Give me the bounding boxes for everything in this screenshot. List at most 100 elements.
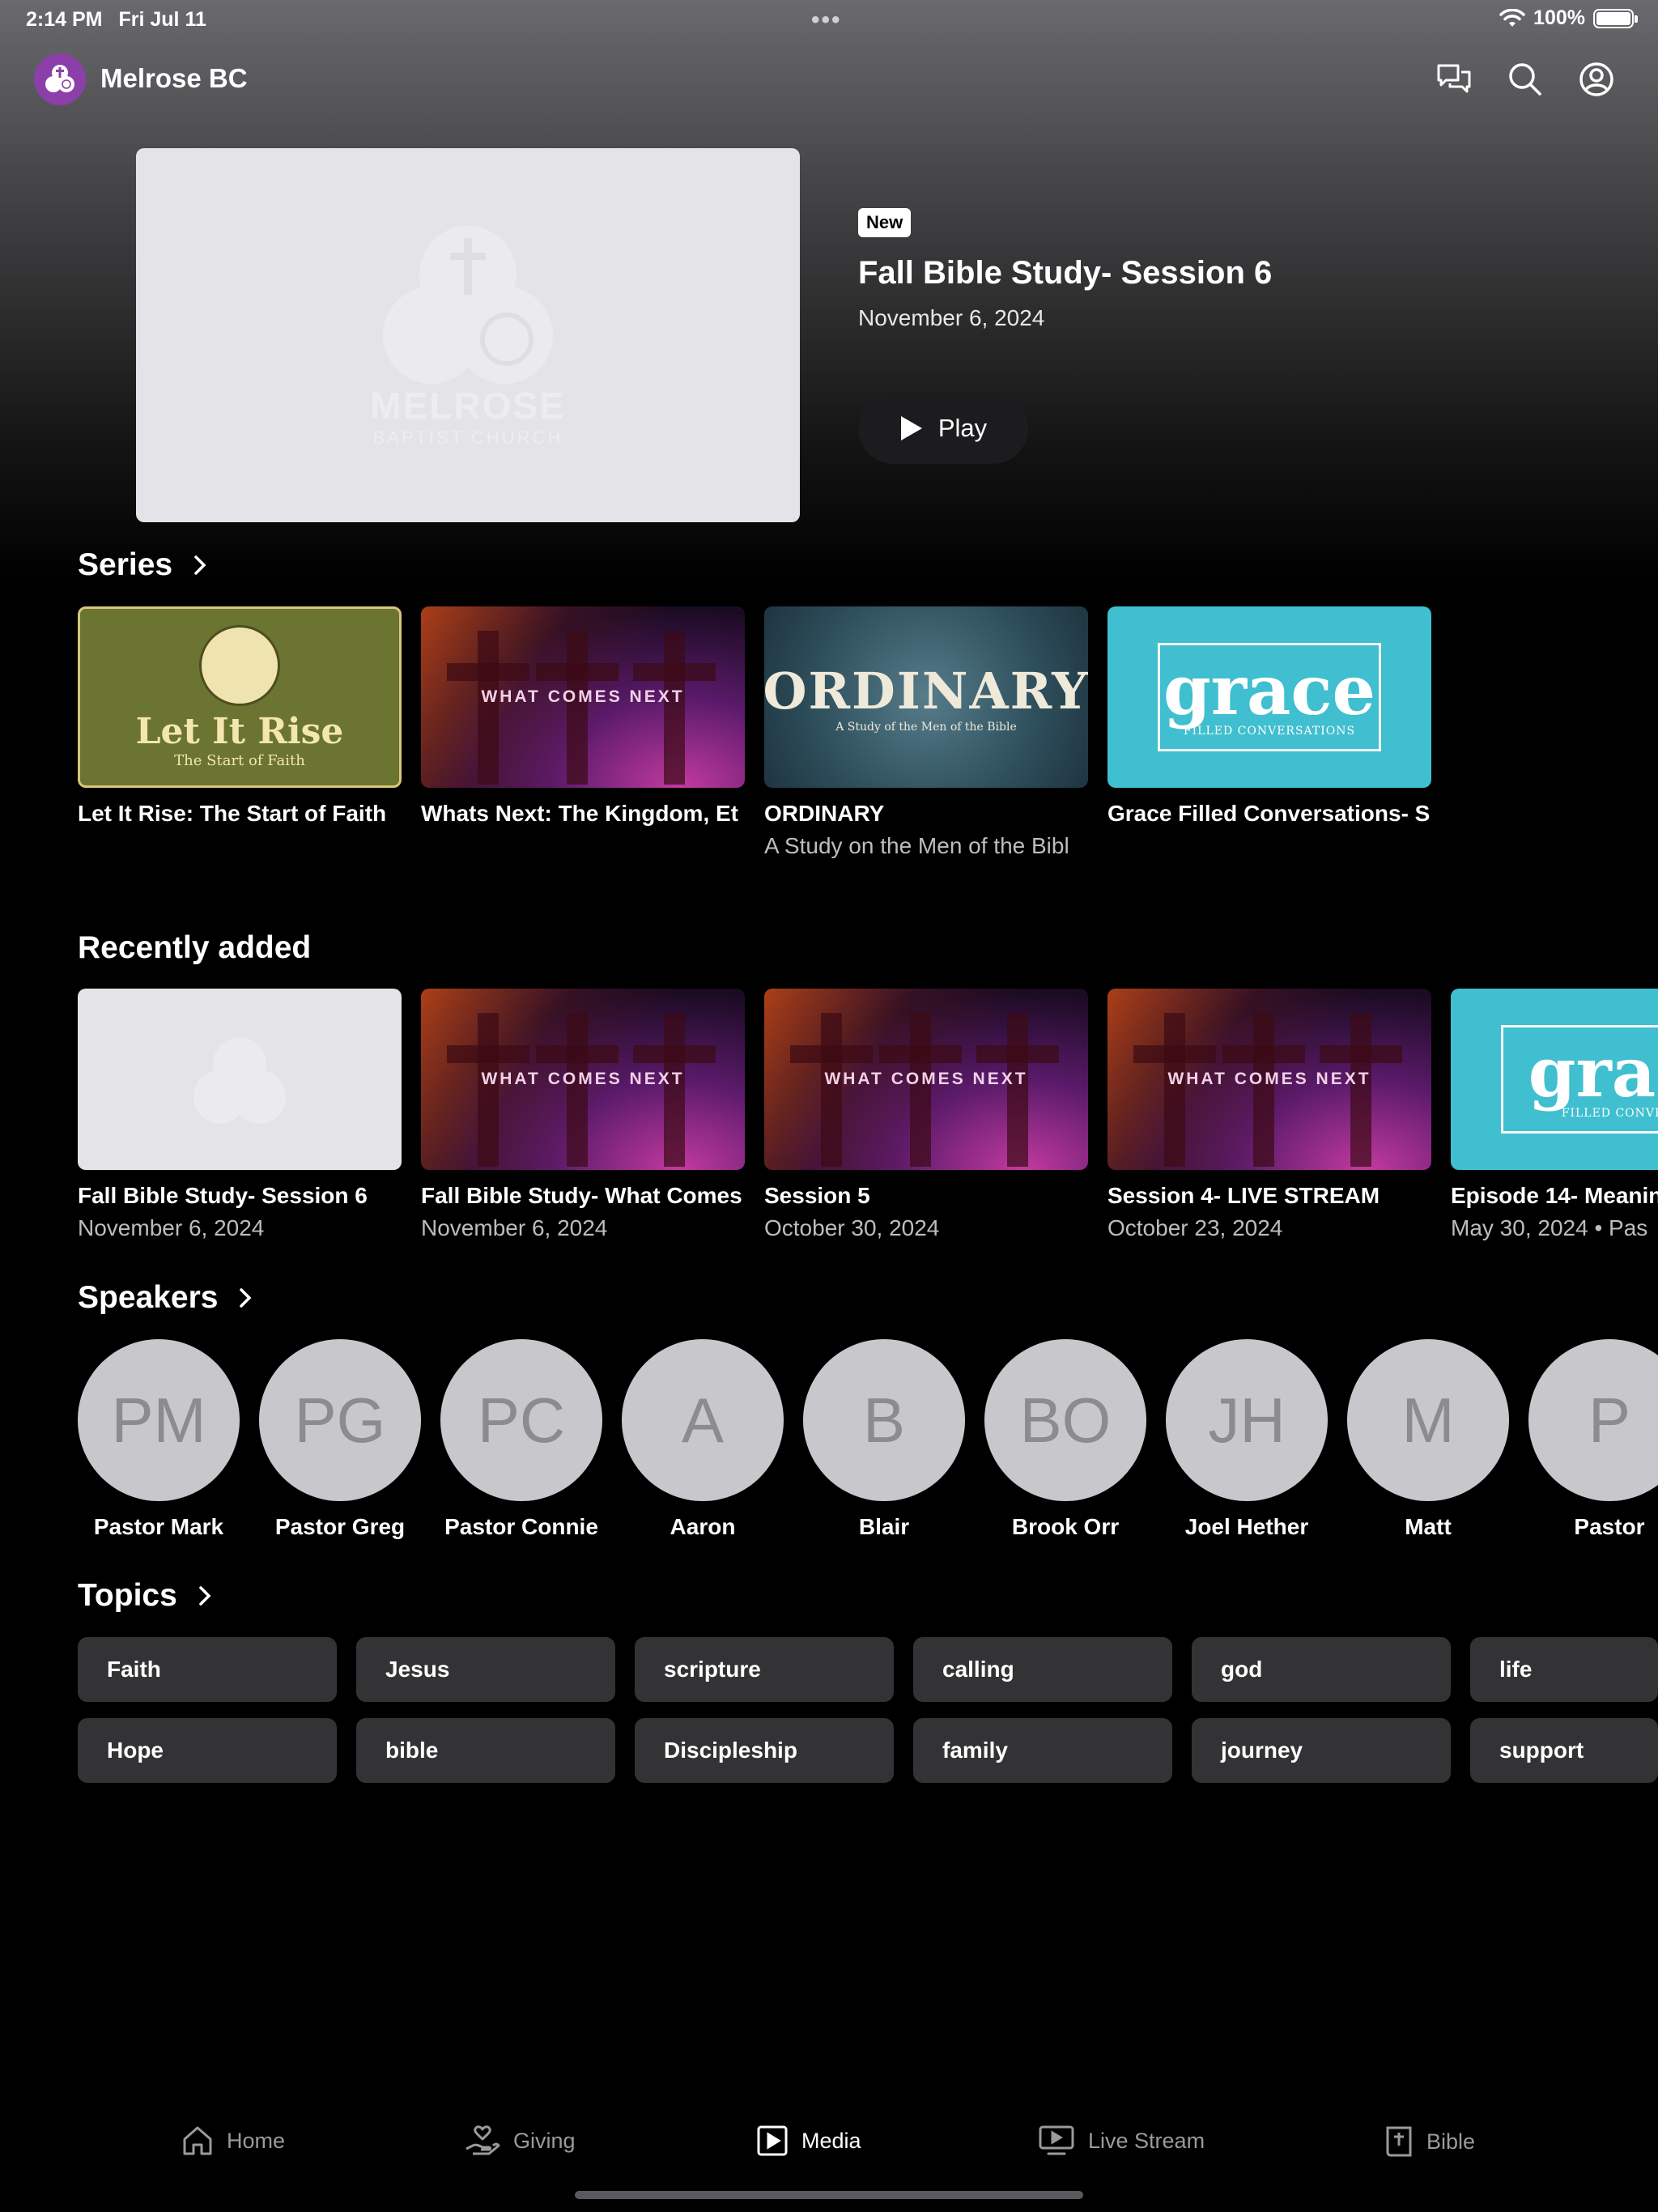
topic-chip[interactable]: god: [1192, 1637, 1451, 1702]
artwork-cross: [447, 1045, 529, 1063]
topic-chip[interactable]: Discipleship: [635, 1718, 894, 1783]
artwork-cross: [879, 1045, 962, 1063]
tab-label: Home: [227, 2128, 286, 2153]
speaker-item[interactable]: M Matt: [1347, 1339, 1509, 1540]
artwork-cross: [1222, 1045, 1305, 1063]
series-artwork[interactable]: WHAT COMES NEXT: [1107, 989, 1431, 1170]
speaker-name: Pastor Greg: [274, 1514, 406, 1539]
tab-giving[interactable]: Giving: [465, 2125, 576, 2157]
artwork-cross: [633, 663, 716, 681]
topic-chip[interactable]: scripture: [635, 1637, 894, 1702]
topic-chip[interactable]: calling: [913, 1637, 1172, 1702]
tab-bible[interactable]: Bible: [1384, 2125, 1475, 2159]
live-stream-icon: [1039, 2125, 1074, 2155]
recent-card[interactable]: Fall Bible Study- Session 6 November 6, 2…: [78, 989, 402, 1241]
bible-icon: [1386, 2126, 1412, 2157]
series-artwork[interactable]: WHAT COMES NEXT: [421, 989, 745, 1170]
recent-card-title: Session 5: [764, 1183, 870, 1208]
play-icon: [900, 416, 922, 440]
church-logo-icon[interactable]: [34, 53, 86, 105]
topic-chip[interactable]: support: [1470, 1718, 1658, 1783]
topic-chip[interactable]: journey: [1192, 1718, 1451, 1783]
topic-chip[interactable]: Jesus: [356, 1637, 615, 1702]
series-artwork[interactable]: ORDINARY A Study of the Men of the Bible: [764, 606, 1088, 788]
speaker-name: Brook Orr: [1011, 1514, 1120, 1539]
series-card[interactable]: ORDINARY A Study of the Men of the Bible O…: [764, 606, 1088, 859]
series-artwork[interactable]: grace FILLED CONVERSATIONS: [1107, 606, 1431, 788]
speaker-item[interactable]: A Aaron: [622, 1339, 784, 1540]
media-icon: [757, 2125, 788, 2156]
speakers-header[interactable]: Speakers: [78, 1280, 252, 1316]
tab-media[interactable]: Media: [756, 2125, 861, 2157]
series-card-title: Grace Filled Conversations- S: [1107, 801, 1431, 826]
artwork-cross: [567, 631, 588, 785]
status-bar-right: 100%: [1499, 6, 1638, 30]
battery-icon: [1593, 8, 1638, 28]
artwork-cross: [1320, 1045, 1402, 1063]
artwork-cross: [447, 663, 529, 681]
series-artwork[interactable]: Let It Rise The Start of Faith: [78, 606, 402, 788]
artwork-cross: [478, 631, 499, 785]
artwork-title: WHAT COMES NEXT: [824, 1070, 1028, 1088]
artwork-title: Let It Rise: [135, 711, 344, 752]
artwork-frame: grace FILLED CONVERSATIONS: [1158, 643, 1381, 751]
hero-image-subtext: BAPTIST CHURCH: [372, 428, 563, 448]
speaker-name: Aaron: [670, 1514, 736, 1539]
series-artwork[interactable]: WHAT COMES NEXT: [421, 606, 745, 788]
hero-thumbnail[interactable]: MELROSE BAPTIST CHURCH: [136, 148, 800, 522]
multitask-dots-icon[interactable]: •••: [811, 6, 842, 34]
speaker-item[interactable]: PC Pastor Connie: [440, 1339, 602, 1540]
topic-chip[interactable]: family: [913, 1718, 1172, 1783]
topic-chip[interactable]: Faith: [78, 1637, 337, 1702]
wifi-icon: [1499, 8, 1525, 27]
recent-card-title: Session 4- LIVE STREAM: [1107, 1183, 1380, 1208]
tab-home[interactable]: Home: [181, 2125, 285, 2157]
series-artwork[interactable]: WHAT COMES NEXT: [764, 989, 1088, 1170]
recent-card[interactable]: WHAT COMES NEXT Session 5 October 30, 2024: [764, 989, 1088, 1241]
artwork-cross: [821, 1013, 842, 1167]
recent-card[interactable]: gracFILLED CONVE Episode 14- Meanin May 30…: [1451, 989, 1658, 1241]
topic-chip[interactable]: bible: [356, 1718, 615, 1783]
speaker-item[interactable]: BO Brook Orr: [984, 1339, 1146, 1540]
hero-title[interactable]: Fall Bible Study- Session 6: [858, 255, 1272, 291]
artwork-cross: [1007, 1013, 1028, 1167]
series-card[interactable]: WHAT COMES NEXT Whats Next: The Kingdom, …: [421, 606, 745, 827]
artwork-title: WHAT COMES NEXT: [481, 687, 685, 706]
chevron-right-icon: [194, 555, 206, 575]
speaker-item[interactable]: P Pastor: [1528, 1339, 1658, 1540]
series-card[interactable]: Let It Rise The Start of Faith Let It Rise…: [78, 606, 402, 827]
topics-header[interactable]: Topics: [78, 1578, 211, 1614]
home-indicator[interactable]: [575, 2191, 1083, 2199]
thumbnail-artwork[interactable]: [78, 989, 402, 1170]
artwork-title: ORDINARY: [764, 661, 1088, 721]
artwork-cross: [976, 1045, 1059, 1063]
series-artwork[interactable]: gracFILLED CONVE: [1451, 989, 1658, 1170]
artwork-cross: [1253, 1013, 1274, 1167]
recent-card[interactable]: WHAT COMES NEXT Fall Bible Study- What Co…: [421, 989, 745, 1241]
recent-card-date: October 30, 2024: [764, 1215, 940, 1240]
speaker-item[interactable]: PG Pastor Greg: [259, 1339, 421, 1540]
artwork-subtitle: A Study of the Men of the Bible: [835, 720, 1017, 734]
search-icon[interactable]: [1503, 57, 1548, 102]
speaker-item[interactable]: JH Joel Hether: [1166, 1339, 1328, 1540]
speaker-name: Pastor: [1574, 1514, 1645, 1539]
chevron-right-icon: [199, 1586, 211, 1606]
hero-image-text: MELROSE: [370, 385, 566, 427]
tab-live-stream[interactable]: Live Stream: [1038, 2125, 1205, 2157]
speaker-avatar: P: [1528, 1339, 1658, 1501]
recent-card-title: Fall Bible Study- What Comes: [421, 1183, 742, 1208]
topic-chip[interactable]: Hope: [78, 1718, 337, 1783]
artwork-cross: [478, 1013, 499, 1167]
profile-icon[interactable]: [1574, 57, 1619, 102]
series-header[interactable]: Series: [78, 547, 206, 583]
topic-chip[interactable]: life: [1470, 1637, 1658, 1702]
artwork-title: WHAT COMES NEXT: [481, 1070, 685, 1088]
speaker-item[interactable]: B Blair: [803, 1339, 965, 1540]
play-button[interactable]: Play: [858, 393, 1028, 464]
series-card-title: Let It Rise: The Start of Faith: [78, 801, 387, 826]
speaker-item[interactable]: PM Pastor Mark: [78, 1339, 240, 1540]
series-card[interactable]: grace FILLED CONVERSATIONS Grace Filled Co…: [1107, 606, 1431, 827]
speaker-avatar: A: [622, 1339, 784, 1501]
recent-card[interactable]: WHAT COMES NEXT Session 4- LIVE STREAM Oct…: [1107, 989, 1431, 1241]
chat-icon[interactable]: [1431, 57, 1477, 102]
